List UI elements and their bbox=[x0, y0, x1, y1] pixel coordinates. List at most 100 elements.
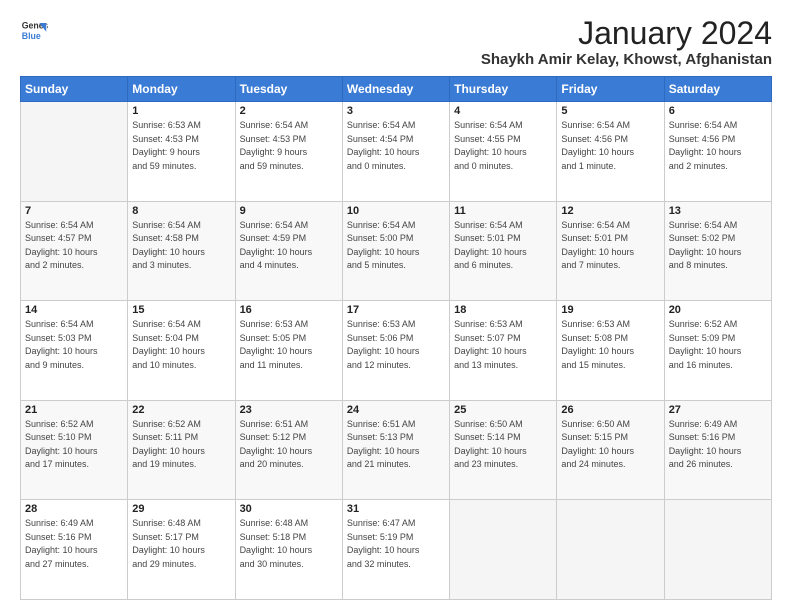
calendar-cell: 21Sunrise: 6:52 AM Sunset: 5:10 PM Dayli… bbox=[21, 400, 128, 500]
day-info: Sunrise: 6:51 AM Sunset: 5:13 PM Dayligh… bbox=[347, 418, 445, 472]
day-info: Sunrise: 6:54 AM Sunset: 5:00 PM Dayligh… bbox=[347, 219, 445, 273]
page: General Blue January 2024 Shaykh Amir Ke… bbox=[0, 0, 792, 612]
day-info: Sunrise: 6:54 AM Sunset: 5:01 PM Dayligh… bbox=[454, 219, 552, 273]
day-number: 13 bbox=[669, 205, 767, 217]
day-number: 30 bbox=[240, 503, 338, 515]
day-number: 5 bbox=[561, 105, 659, 117]
day-info: Sunrise: 6:54 AM Sunset: 5:02 PM Dayligh… bbox=[669, 219, 767, 273]
calendar-cell: 26Sunrise: 6:50 AM Sunset: 5:15 PM Dayli… bbox=[557, 400, 664, 500]
calendar-table: SundayMondayTuesdayWednesdayThursdayFrid… bbox=[20, 76, 772, 600]
weekday-header-row: SundayMondayTuesdayWednesdayThursdayFrid… bbox=[21, 77, 772, 102]
weekday-header-sunday: Sunday bbox=[21, 77, 128, 102]
calendar-cell: 16 Sunrise: 6:53 AM Sunset: 5:05 PM Dayli… bbox=[235, 301, 342, 401]
day-info: Sunrise: 6:54 AM Sunset: 4:57 PM Dayligh… bbox=[25, 219, 123, 273]
svg-text:Blue: Blue bbox=[22, 31, 41, 41]
day-info: Sunrise: 6:54 AM Sunset: 4:58 PM Dayligh… bbox=[132, 219, 230, 273]
day-number: 28 bbox=[25, 503, 123, 515]
day-number: 2 bbox=[240, 105, 338, 117]
calendar-cell: 22 Sunrise: 6:52 AM Sunset: 5:11 PM Dayli… bbox=[128, 400, 235, 500]
title-block: January 2024 Shaykh Amir Kelay, Khowst, … bbox=[481, 16, 772, 68]
day-info: Sunrise: 6:54 AM Sunset: 5:01 PM Dayligh… bbox=[561, 219, 659, 273]
day-info: Sunrise: 6:54 AM Sunset: 5:03 PM Dayligh… bbox=[25, 318, 123, 372]
day-info: Sunrise: 6:53 AM Sunset: 5:06 PM Dayligh… bbox=[347, 318, 445, 372]
week-row-4: 21Sunrise: 6:52 AM Sunset: 5:10 PM Dayli… bbox=[21, 400, 772, 500]
calendar-cell: 12 Sunrise: 6:54 AM Sunset: 5:01 PM Dayli… bbox=[557, 201, 664, 301]
day-number: 20 bbox=[669, 304, 767, 316]
day-info: Sunrise: 6:54 AM Sunset: 4:55 PM Dayligh… bbox=[454, 119, 552, 173]
day-number: 21 bbox=[25, 404, 123, 416]
day-number: 31 bbox=[347, 503, 445, 515]
day-info: Sunrise: 6:48 AM Sunset: 5:17 PM Dayligh… bbox=[132, 517, 230, 571]
calendar-cell bbox=[21, 102, 128, 202]
logo-icon: General Blue bbox=[20, 16, 48, 44]
day-number: 10 bbox=[347, 205, 445, 217]
weekday-header-friday: Friday bbox=[557, 77, 664, 102]
logo: General Blue bbox=[20, 16, 48, 44]
calendar-cell: 24 Sunrise: 6:51 AM Sunset: 5:13 PM Dayli… bbox=[342, 400, 449, 500]
day-number: 1 bbox=[132, 105, 230, 117]
calendar-cell: 19Sunrise: 6:53 AM Sunset: 5:08 PM Dayli… bbox=[557, 301, 664, 401]
weekday-header-thursday: Thursday bbox=[450, 77, 557, 102]
day-number: 18 bbox=[454, 304, 552, 316]
day-info: Sunrise: 6:49 AM Sunset: 5:16 PM Dayligh… bbox=[669, 418, 767, 472]
day-number: 23 bbox=[240, 404, 338, 416]
calendar-cell: 8 Sunrise: 6:54 AM Sunset: 4:58 PM Daylig… bbox=[128, 201, 235, 301]
day-info: Sunrise: 6:54 AM Sunset: 4:56 PM Dayligh… bbox=[669, 119, 767, 173]
day-info: Sunrise: 6:51 AM Sunset: 5:12 PM Dayligh… bbox=[240, 418, 338, 472]
calendar-cell: 9Sunrise: 6:54 AM Sunset: 4:59 PM Daylig… bbox=[235, 201, 342, 301]
day-info: Sunrise: 6:54 AM Sunset: 4:59 PM Dayligh… bbox=[240, 219, 338, 273]
day-info: Sunrise: 6:53 AM Sunset: 5:05 PM Dayligh… bbox=[240, 318, 338, 372]
calendar-cell: 10 Sunrise: 6:54 AM Sunset: 5:00 PM Dayli… bbox=[342, 201, 449, 301]
day-number: 16 bbox=[240, 304, 338, 316]
calendar-cell: 23 Sunrise: 6:51 AM Sunset: 5:12 PM Dayli… bbox=[235, 400, 342, 500]
day-info: Sunrise: 6:53 AM Sunset: 5:08 PM Dayligh… bbox=[561, 318, 659, 372]
calendar-subtitle: Shaykh Amir Kelay, Khowst, Afghanistan bbox=[481, 51, 772, 68]
day-number: 6 bbox=[669, 105, 767, 117]
calendar-cell: 13 Sunrise: 6:54 AM Sunset: 5:02 PM Dayli… bbox=[664, 201, 771, 301]
week-row-1: 1 Sunrise: 6:53 AM Sunset: 4:53 PM Daylig… bbox=[21, 102, 772, 202]
calendar-cell: 30 Sunrise: 6:48 AM Sunset: 5:18 PM Dayli… bbox=[235, 500, 342, 600]
calendar-cell: 25Sunrise: 6:50 AM Sunset: 5:14 PM Dayli… bbox=[450, 400, 557, 500]
weekday-header-tuesday: Tuesday bbox=[235, 77, 342, 102]
day-info: Sunrise: 6:48 AM Sunset: 5:18 PM Dayligh… bbox=[240, 517, 338, 571]
calendar-cell: 14 Sunrise: 6:54 AM Sunset: 5:03 PM Dayli… bbox=[21, 301, 128, 401]
header: General Blue January 2024 Shaykh Amir Ke… bbox=[20, 16, 772, 68]
day-number: 14 bbox=[25, 304, 123, 316]
calendar-cell: 2Sunrise: 6:54 AM Sunset: 4:53 PM Daylig… bbox=[235, 102, 342, 202]
day-number: 25 bbox=[454, 404, 552, 416]
calendar-cell: 31 Sunrise: 6:47 AM Sunset: 5:19 PM Dayli… bbox=[342, 500, 449, 600]
calendar-cell: 6 Sunrise: 6:54 AM Sunset: 4:56 PM Daylig… bbox=[664, 102, 771, 202]
calendar-cell: 17Sunrise: 6:53 AM Sunset: 5:06 PM Dayli… bbox=[342, 301, 449, 401]
calendar-cell: 11 Sunrise: 6:54 AM Sunset: 5:01 PM Dayli… bbox=[450, 201, 557, 301]
calendar-cell: 1 Sunrise: 6:53 AM Sunset: 4:53 PM Daylig… bbox=[128, 102, 235, 202]
calendar-cell: 4 Sunrise: 6:54 AM Sunset: 4:55 PM Daylig… bbox=[450, 102, 557, 202]
day-info: Sunrise: 6:50 AM Sunset: 5:15 PM Dayligh… bbox=[561, 418, 659, 472]
day-info: Sunrise: 6:52 AM Sunset: 5:09 PM Dayligh… bbox=[669, 318, 767, 372]
day-info: Sunrise: 6:52 AM Sunset: 5:11 PM Dayligh… bbox=[132, 418, 230, 472]
day-number: 4 bbox=[454, 105, 552, 117]
calendar-cell bbox=[664, 500, 771, 600]
day-number: 15 bbox=[132, 304, 230, 316]
day-number: 12 bbox=[561, 205, 659, 217]
calendar-cell: 7 Sunrise: 6:54 AM Sunset: 4:57 PM Daylig… bbox=[21, 201, 128, 301]
week-row-5: 28Sunrise: 6:49 AM Sunset: 5:16 PM Dayli… bbox=[21, 500, 772, 600]
day-info: Sunrise: 6:53 AM Sunset: 4:53 PM Dayligh… bbox=[132, 119, 230, 173]
calendar-cell: 27Sunrise: 6:49 AM Sunset: 5:16 PM Dayli… bbox=[664, 400, 771, 500]
day-info: Sunrise: 6:54 AM Sunset: 4:56 PM Dayligh… bbox=[561, 119, 659, 173]
day-number: 24 bbox=[347, 404, 445, 416]
day-info: Sunrise: 6:53 AM Sunset: 5:07 PM Dayligh… bbox=[454, 318, 552, 372]
weekday-header-wednesday: Wednesday bbox=[342, 77, 449, 102]
day-number: 7 bbox=[25, 205, 123, 217]
calendar-cell bbox=[450, 500, 557, 600]
day-number: 29 bbox=[132, 503, 230, 515]
day-number: 11 bbox=[454, 205, 552, 217]
calendar-cell: 20 Sunrise: 6:52 AM Sunset: 5:09 PM Dayli… bbox=[664, 301, 771, 401]
day-number: 22 bbox=[132, 404, 230, 416]
day-info: Sunrise: 6:47 AM Sunset: 5:19 PM Dayligh… bbox=[347, 517, 445, 571]
calendar-cell: 15 Sunrise: 6:54 AM Sunset: 5:04 PM Dayli… bbox=[128, 301, 235, 401]
calendar-title: January 2024 bbox=[481, 16, 772, 51]
calendar-cell: 5 Sunrise: 6:54 AM Sunset: 4:56 PM Daylig… bbox=[557, 102, 664, 202]
calendar-cell: 29 Sunrise: 6:48 AM Sunset: 5:17 PM Dayli… bbox=[128, 500, 235, 600]
day-info: Sunrise: 6:54 AM Sunset: 5:04 PM Dayligh… bbox=[132, 318, 230, 372]
day-number: 8 bbox=[132, 205, 230, 217]
